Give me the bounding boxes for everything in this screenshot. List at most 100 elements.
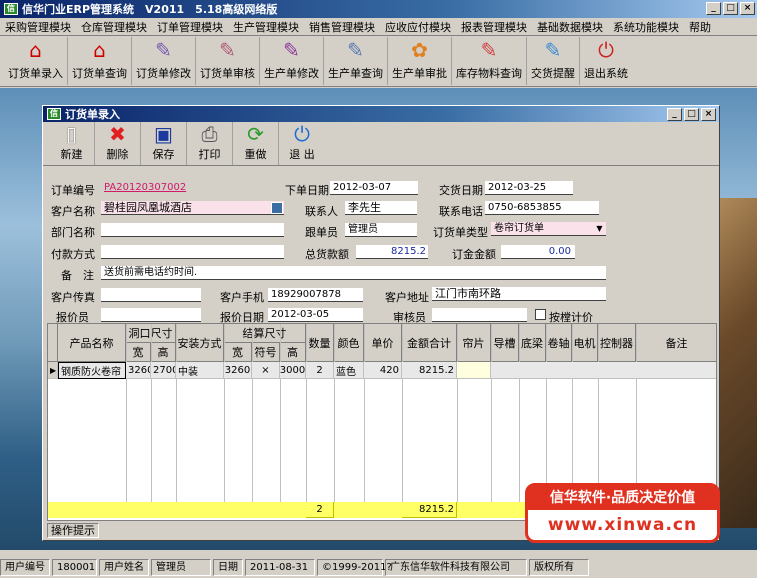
payment-field[interactable]: [101, 245, 284, 259]
col-hole-height[interactable]: 高: [151, 343, 176, 362]
menu-help[interactable]: 帮助: [684, 19, 716, 35]
cell-settle-symbol[interactable]: ×: [252, 362, 280, 379]
col-rail[interactable]: 导槽: [491, 324, 519, 362]
chevron-down-icon[interactable]: ▼: [594, 223, 605, 235]
menu-system[interactable]: 系统功能模块: [608, 19, 684, 35]
toolbar-delivery-reminder[interactable]: ✎ 交货提醒: [527, 37, 580, 85]
order-entry-titlebar: 信 订货单录入 _ □ ×: [43, 106, 719, 122]
sum-qty: 2: [306, 502, 334, 518]
order-type-select[interactable]: 卷帘订货单: [491, 222, 606, 236]
phone-field[interactable]: 0750-6853855: [485, 201, 599, 215]
menu-reports[interactable]: 报表管理模块: [456, 19, 532, 35]
status-date-label: 日期: [213, 558, 243, 576]
new-document-icon: ▯: [65, 122, 77, 146]
feather-icon: ✎: [283, 38, 300, 62]
dept-field[interactable]: [101, 223, 284, 237]
status-bar: 用户编号 180001 用户姓名 管理员 日期 2011-08-31 ©1999…: [0, 556, 757, 578]
cell-panel[interactable]: [457, 362, 491, 379]
cell-hole-height[interactable]: 2700: [151, 362, 176, 379]
delivery-date-label: 交货日期: [439, 184, 483, 197]
maximize-button[interactable]: □: [723, 2, 738, 15]
new-button[interactable]: ▯ 新建: [49, 122, 95, 165]
menu-order[interactable]: 订单管理模块: [152, 19, 228, 35]
address-field[interactable]: 江门市南环路: [432, 287, 606, 301]
child-maximize-button[interactable]: □: [684, 108, 699, 121]
minimize-button[interactable]: _: [706, 2, 721, 15]
col-qty[interactable]: 数量: [306, 324, 334, 362]
cell-qty[interactable]: 2: [306, 362, 334, 379]
toolbar-stock-query[interactable]: ✎ 库存物料查询: [452, 37, 527, 85]
exit-button[interactable]: ⏻ 退 出: [279, 122, 325, 165]
save-icon: ▣: [154, 122, 173, 146]
menu-purchase[interactable]: 采购管理模块: [0, 19, 76, 35]
order-no-label: 订单编号: [51, 184, 95, 197]
col-color[interactable]: 颜色: [334, 324, 364, 362]
col-note[interactable]: 备注: [636, 324, 716, 362]
follower-field[interactable]: 管理员: [345, 223, 417, 237]
sum-amount: 8215.2: [402, 502, 457, 518]
menu-finance[interactable]: 应收应付模块: [380, 19, 456, 35]
quote-date-field[interactable]: 2012-03-05: [268, 308, 363, 322]
redo-button[interactable]: ⟳ 重做: [233, 122, 279, 165]
cell-hole-width[interactable]: 3260: [126, 362, 151, 379]
col-bottom[interactable]: 底梁: [519, 324, 546, 362]
cell-color[interactable]: 蓝色: [334, 362, 364, 379]
col-settle-width[interactable]: 宽: [224, 343, 252, 362]
menu-warehouse[interactable]: 仓库管理模块: [76, 19, 152, 35]
cell-rest[interactable]: [491, 362, 716, 379]
ops-hint-label: 操作提示: [47, 523, 99, 538]
col-install[interactable]: 安装方式: [176, 324, 224, 362]
toolbar-order-entry[interactable]: ⌂ 订货单录入: [4, 37, 68, 85]
cell-settle-width[interactable]: 3260: [224, 362, 252, 379]
customer-field[interactable]: 碧桂园凤凰城酒店: [101, 201, 284, 215]
customer-lookup-button[interactable]: [271, 202, 283, 214]
mobile-field[interactable]: 18929007878: [268, 288, 363, 302]
toolbar-order-query[interactable]: ⌂ 订货单查询: [68, 37, 132, 85]
delivery-date-field[interactable]: 2012-03-25: [485, 181, 573, 195]
col-shaft[interactable]: 卷轴: [546, 324, 572, 362]
cell-settle-height[interactable]: 3000: [280, 362, 306, 379]
order-date-field[interactable]: 2012-03-07: [330, 181, 418, 195]
piece-price-checkbox[interactable]: [535, 309, 546, 320]
promo-url: www.xinwa.cn: [547, 515, 698, 535]
contact-field[interactable]: 李先生: [345, 201, 417, 215]
child-minimize-button[interactable]: _: [667, 108, 682, 121]
toolbar-prod-approve[interactable]: ✿ 生产单审批: [388, 37, 452, 85]
delete-button[interactable]: ✖ 删除: [95, 122, 141, 165]
col-controller[interactable]: 控制器: [598, 324, 636, 362]
col-motor[interactable]: 电机: [572, 324, 598, 362]
order-toolbar: ▯ 新建 ✖ 删除 ▣ 保存 ⎙ 打印 ⟳ 重做 ⏻ 退 出: [43, 122, 719, 166]
col-panel[interactable]: 帘片: [457, 324, 491, 362]
cell-amount[interactable]: 8215.2: [402, 362, 457, 379]
col-price[interactable]: 单价: [364, 324, 402, 362]
cell-install[interactable]: 中装: [176, 362, 224, 379]
quoter-field[interactable]: [101, 308, 201, 322]
menu-basedata[interactable]: 基础数据模块: [532, 19, 608, 35]
remark-field[interactable]: 送货前需电话约时间.: [101, 266, 606, 280]
col-amount[interactable]: 金额合计: [402, 324, 457, 362]
print-button[interactable]: ⎙ 打印: [187, 122, 233, 165]
menu-sales[interactable]: 销售管理模块: [304, 19, 380, 35]
col-hole-width[interactable]: 宽: [126, 343, 151, 362]
app-titlebar: 信 信华门业ERP管理系统 V2011 5.18高级网络版 _ □ ×: [0, 0, 757, 18]
dept-label: 部门名称: [51, 226, 95, 239]
fax-field[interactable]: [101, 288, 201, 302]
cell-product-name[interactable]: 钢质防火卷帘: [58, 362, 126, 379]
toolbar-order-audit[interactable]: ✎ 订货单审核: [196, 37, 260, 85]
menu-production[interactable]: 生产管理模块: [228, 19, 304, 35]
close-button[interactable]: ×: [740, 2, 755, 15]
toolbar-exit-system[interactable]: ⏻ 退出系统: [580, 37, 632, 85]
col-product-name[interactable]: 产品名称: [58, 324, 126, 362]
menu-bar: 采购管理模块 仓库管理模块 订单管理模块 生产管理模块 销售管理模块 应收应付模…: [0, 18, 757, 36]
order-form: 订单编号 PA20120307002 下单日期 2012-03-07 交货日期 …: [43, 176, 719, 326]
toolbar-order-edit[interactable]: ✎ 订货单修改: [132, 37, 196, 85]
col-settle-height[interactable]: 高: [280, 343, 306, 362]
toolbar-prod-query[interactable]: ✎ 生产单查询: [324, 37, 388, 85]
deposit-field[interactable]: 0.00: [501, 245, 575, 259]
col-settle-symbol[interactable]: 符号: [252, 343, 280, 362]
toolbar-prod-edit[interactable]: ✎ 生产单修改: [260, 37, 324, 85]
order-entry-window: 信 订货单录入 _ □ × ▯ 新建 ✖ 删除 ▣ 保存 ⎙ 打印 ⟳ 重做 ⏻ 退 出 订…: [42, 105, 720, 541]
child-close-button[interactable]: ×: [701, 108, 716, 121]
save-button[interactable]: ▣ 保存: [141, 122, 187, 165]
cell-price[interactable]: 420: [364, 362, 402, 379]
